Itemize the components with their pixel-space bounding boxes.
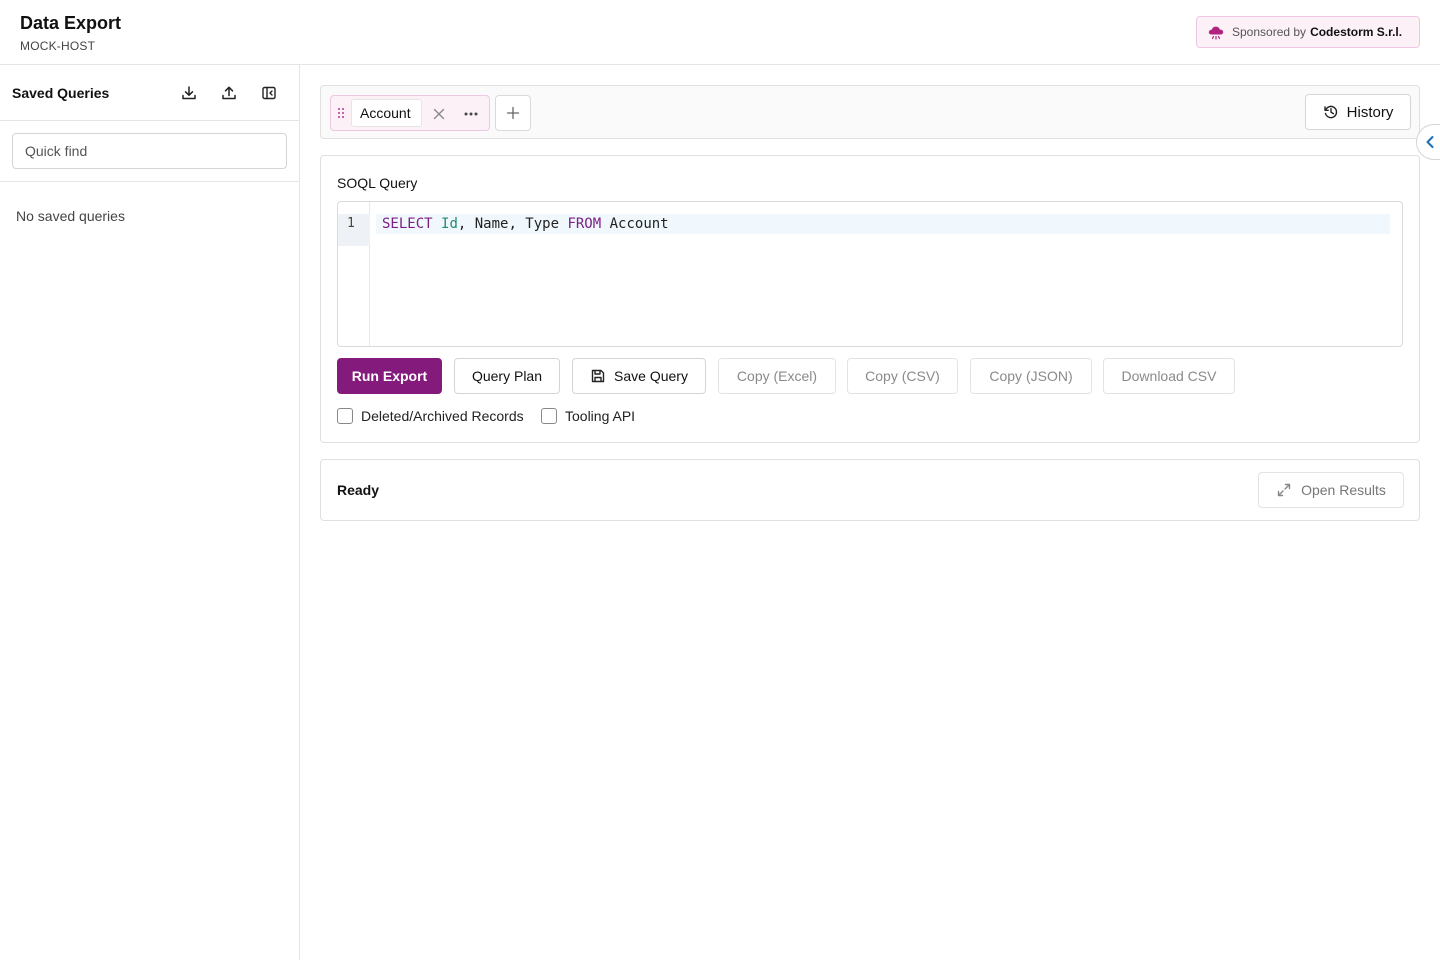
tab-label[interactable]: Account bbox=[351, 99, 422, 127]
save-query-button[interactable]: Save Query bbox=[572, 358, 706, 394]
cloud-icon bbox=[1207, 24, 1225, 40]
line-gutter: 1 bbox=[338, 202, 370, 346]
history-button[interactable]: History bbox=[1305, 94, 1411, 130]
open-results-label: Open Results bbox=[1301, 482, 1386, 498]
chevron-left-icon bbox=[1426, 136, 1434, 148]
copy-csv-button[interactable]: Copy (CSV) bbox=[847, 358, 958, 394]
deleted-archived-label: Deleted/Archived Records bbox=[361, 408, 524, 424]
run-export-button[interactable]: Run Export bbox=[337, 358, 442, 394]
checkbox-box[interactable] bbox=[337, 408, 353, 424]
save-query-label: Save Query bbox=[614, 368, 688, 384]
sidebar-header: Saved Queries bbox=[0, 65, 299, 121]
code-fields: , Name, Type bbox=[457, 216, 568, 232]
quick-find-input[interactable] bbox=[12, 133, 287, 169]
keyword-from: FROM bbox=[567, 216, 602, 232]
app-header: Data Export MOCK-HOST Sponsored by Codes… bbox=[0, 0, 1440, 65]
line-number: 1 bbox=[338, 214, 370, 246]
history-label: History bbox=[1346, 103, 1394, 121]
tab-account[interactable]: Account bbox=[330, 95, 490, 131]
sidebar-title: Saved Queries bbox=[12, 85, 110, 101]
copy-excel-button[interactable]: Copy (Excel) bbox=[718, 358, 836, 394]
download-icon[interactable] bbox=[177, 81, 201, 105]
query-section-title: SOQL Query bbox=[337, 175, 418, 191]
close-icon[interactable] bbox=[429, 104, 449, 124]
query-tabs-bar: Account History bbox=[320, 85, 1420, 139]
page-title: Data Export bbox=[20, 13, 122, 33]
results-status-card: Ready Open Results bbox=[320, 459, 1420, 521]
sponsor-name: Codestorm S.r.l. bbox=[1310, 25, 1403, 39]
save-icon bbox=[591, 369, 605, 383]
upload-icon[interactable] bbox=[217, 81, 241, 105]
keyword-select: SELECT bbox=[382, 216, 433, 232]
open-results-button[interactable]: Open Results bbox=[1258, 472, 1404, 508]
collapse-sidebar-icon[interactable] bbox=[257, 81, 281, 105]
expand-icon bbox=[1277, 483, 1291, 497]
empty-state: No saved queries bbox=[16, 208, 125, 224]
host-label: MOCK-HOST bbox=[20, 39, 96, 53]
code-object: Account bbox=[601, 216, 669, 232]
drag-handle-icon[interactable] bbox=[335, 105, 347, 121]
search-wrap bbox=[0, 121, 299, 182]
query-plan-button[interactable]: Query Plan bbox=[454, 358, 560, 394]
soql-editor[interactable]: 1 SELECT Id, Name, Type FROM Account bbox=[337, 201, 1403, 347]
download-csv-button[interactable]: Download CSV bbox=[1103, 358, 1235, 394]
deleted-archived-checkbox[interactable]: Deleted/Archived Records bbox=[337, 408, 524, 424]
code-line[interactable]: SELECT Id, Name, Type FROM Account bbox=[376, 214, 1390, 234]
field-id: Id bbox=[441, 216, 458, 232]
tooling-api-checkbox[interactable]: Tooling API bbox=[541, 408, 635, 424]
status-text: Ready bbox=[337, 482, 380, 498]
sponsor-banner[interactable]: Sponsored by Codestorm S.r.l. bbox=[1196, 16, 1420, 48]
add-tab-button[interactable] bbox=[495, 95, 531, 131]
saved-queries-sidebar: Saved Queries No saved queries bbox=[0, 65, 300, 960]
plus-icon bbox=[506, 106, 520, 120]
history-icon bbox=[1323, 105, 1337, 119]
expand-panel-button[interactable] bbox=[1416, 124, 1440, 160]
checkbox-box[interactable] bbox=[541, 408, 557, 424]
copy-json-button[interactable]: Copy (JSON) bbox=[970, 358, 1092, 394]
query-card: SOQL Query 1 SELECT Id, Name, Type FROM … bbox=[320, 155, 1420, 443]
tooling-api-label: Tooling API bbox=[565, 408, 636, 424]
sponsor-prefix: Sponsored by bbox=[1232, 25, 1307, 39]
more-options-icon[interactable] bbox=[461, 104, 481, 124]
